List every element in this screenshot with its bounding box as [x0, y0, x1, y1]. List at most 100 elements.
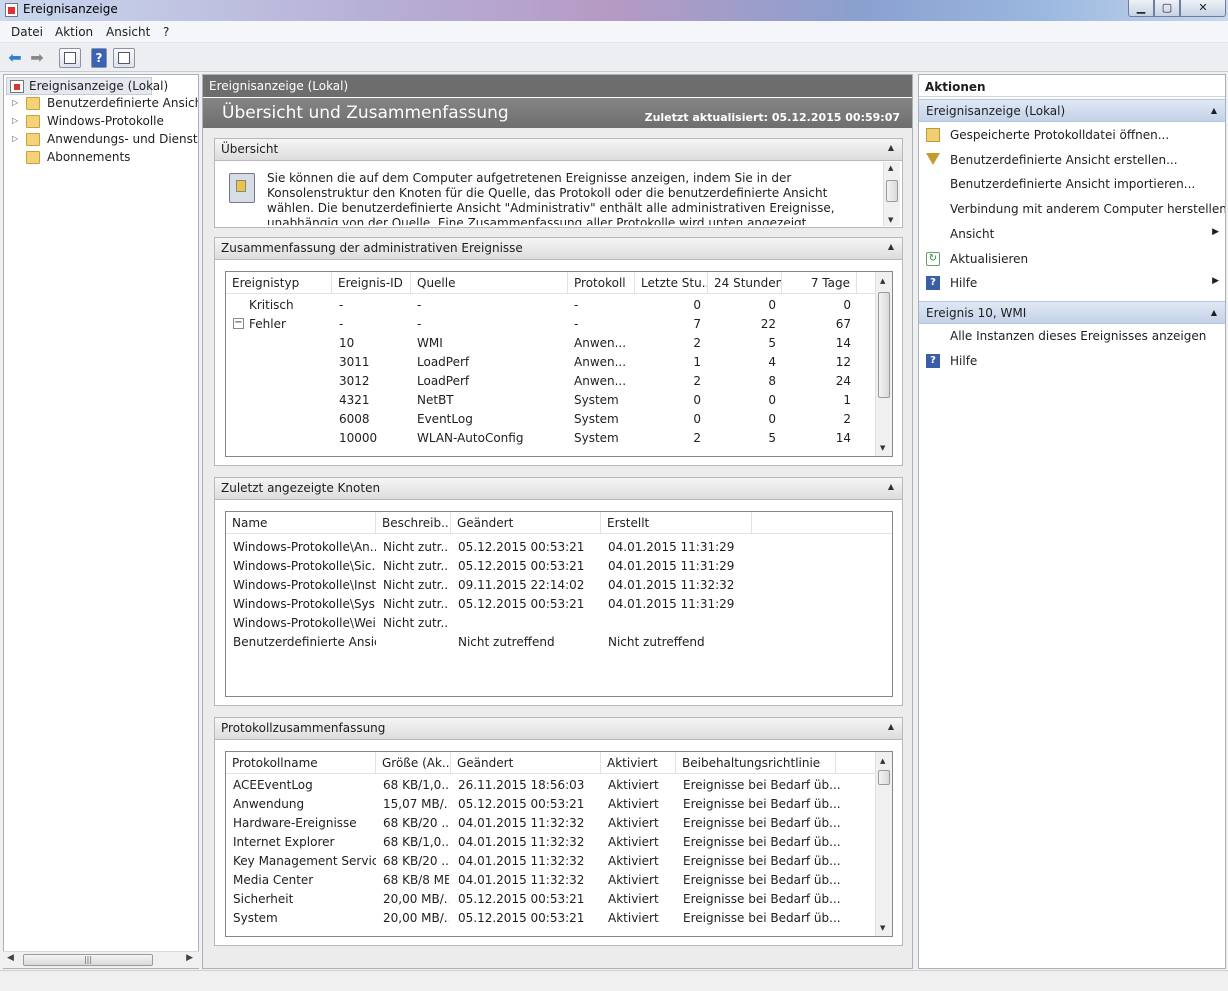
table-row[interactable]: Windows-Protokolle\Wei... Nicht zutr...	[226, 614, 892, 633]
table-row[interactable]: 4321 NetBT System 0 0 1	[226, 391, 892, 410]
column-header-changed[interactable]: Geändert	[451, 752, 601, 774]
action-ansicht[interactable]: Ansicht ▶	[919, 222, 1225, 246]
menu-datei[interactable]: Datei	[11, 25, 43, 39]
column-header-enabled[interactable]: Aktiviert	[601, 752, 676, 774]
table-row[interactable]: System 20,00 MB/... 05.12.2015 00:53:21 Akt…	[226, 909, 892, 928]
scroll-thumb[interactable]	[878, 292, 890, 398]
table-row[interactable]: Key Management Service 68 KB/20 ... 04.01.…	[226, 852, 892, 871]
table-row[interactable]: Windows-Protokolle\Sys... Nicht zutr... 05…	[226, 595, 892, 614]
close-button[interactable]: ✕	[1180, 0, 1226, 17]
maximize-button[interactable]: ▢	[1154, 0, 1180, 17]
scroll-up-icon[interactable]: ▲	[880, 277, 885, 285]
table-row[interactable]: 3011 LoadPerf Anwen... 1 4 12	[226, 353, 892, 372]
column-header-last-hour[interactable]: Letzte Stu...	[635, 272, 708, 294]
action-hilfe[interactable]: ? Hilfe	[919, 349, 1225, 373]
action-gespeicherte-protokolldatei-öffnen[interactable]: Gespeicherte Protokolldatei öffnen...	[919, 123, 1225, 147]
table-row[interactable]: − Fehler - - - 7 22 67	[226, 315, 892, 334]
table-row[interactable]: ACEEventLog 68 KB/1,0... 26.11.2015 18:56:…	[226, 776, 892, 795]
admin-summary-header[interactable]: Zusammenfassung der administrativen Erei…	[215, 238, 902, 260]
menu-ansicht[interactable]: Ansicht	[106, 25, 150, 39]
action-group-event-10-wmi[interactable]: Ereignis 10, WMI ▲	[919, 301, 1225, 324]
show-hide-action-pane-button[interactable]	[113, 48, 135, 68]
scroll-thumb[interactable]	[878, 770, 890, 785]
table-row[interactable]: Media Center 68 KB/8 MB 04.01.2015 11:32:3…	[226, 871, 892, 890]
table-row[interactable]: 6008 EventLog System 0 0 2	[226, 410, 892, 429]
action-verbindung-mit-anderem-computer-herstellen[interactable]: Verbindung mit anderem Computer herstell…	[919, 197, 1225, 221]
minimize-button[interactable]: ▁	[1128, 0, 1154, 17]
overview-scrollbar[interactable]: ▲ ▼	[883, 162, 900, 226]
table-row[interactable]: Windows-Protokolle\Inst... Nicht zutr... 0…	[226, 576, 892, 595]
table-row[interactable]: 10 WMI Anwen... 2 5 14	[226, 334, 892, 353]
log-summary-scrollbar[interactable]: ▲ ▼	[875, 752, 892, 936]
tree-item-windows-logs[interactable]: ▷ Windows-Protokolle	[4, 113, 198, 131]
table-row[interactable]: Sicherheit 20,00 MB/... 05.12.2015 00:53:2…	[226, 890, 892, 909]
scroll-down-icon[interactable]: ▼	[880, 444, 885, 452]
console-tree-icon	[64, 52, 76, 64]
collapse-toggle-icon[interactable]: −	[233, 318, 244, 329]
scroll-up-icon[interactable]: ▲	[880, 757, 885, 765]
log-summary-header[interactable]: Protokollzusammenfassung ▲	[215, 718, 902, 740]
column-header-log[interactable]: Protokoll	[568, 272, 635, 294]
expand-icon[interactable]: ▷	[12, 116, 18, 125]
overview-header[interactable]: Übersicht ▲	[215, 139, 902, 161]
section-title: Übersicht	[221, 142, 279, 156]
recent-nodes-header[interactable]: Zuletzt angezeigte Knoten ▲	[215, 478, 902, 500]
forward-arrow-icon[interactable]: ➡	[28, 48, 46, 68]
tree-horizontal-scrollbar[interactable]: ◀ ||| ▶	[3, 951, 199, 968]
scroll-thumb[interactable]	[886, 180, 898, 202]
column-header-name[interactable]: Name	[226, 512, 376, 534]
tree-item-subscriptions[interactable]: Abonnements	[4, 149, 198, 167]
table-row[interactable]: Hardware-Ereignisse 68 KB/20 ... 04.01.201…	[226, 814, 892, 833]
collapse-icon[interactable]: ▲	[888, 722, 894, 731]
column-header-7d[interactable]: 7 Tage	[782, 272, 857, 294]
table-row[interactable]: Benutzerdefinierte Ansic... Nicht zutreff…	[226, 633, 892, 652]
scroll-down-icon[interactable]: ▼	[888, 216, 893, 224]
action-group-event-viewer[interactable]: Ereignisanzeige (Lokal) ▲	[919, 99, 1225, 122]
table-row[interactable]: 3012 LoadPerf Anwen... 2 8 24	[226, 372, 892, 391]
table-row[interactable]: 10000 WLAN-AutoConfig System 2 5 14	[226, 429, 892, 448]
tree-item-root[interactable]: Ereignisanzeige (Lokal)	[6, 77, 168, 95]
summary-scrollbar[interactable]: ▲ ▼	[875, 272, 892, 456]
collapse-icon[interactable]: ▲	[1211, 308, 1217, 317]
scroll-right-icon[interactable]: ▶	[186, 953, 193, 963]
column-header-source[interactable]: Quelle	[411, 272, 568, 294]
menu-aktion[interactable]: Aktion	[55, 25, 93, 39]
menu-help[interactable]: ?	[163, 25, 169, 39]
column-header-empty[interactable]	[752, 512, 892, 534]
column-header-24h[interactable]: 24 Stunden	[708, 272, 782, 294]
expand-icon[interactable]: ▷	[12, 98, 18, 107]
column-header-description[interactable]: Beschreib...	[376, 512, 451, 534]
help-icon[interactable]: ?	[91, 48, 107, 68]
table-row[interactable]: Kritisch - - - 0 0 0	[226, 296, 892, 315]
scroll-down-icon[interactable]: ▼	[880, 924, 885, 932]
column-header-retention[interactable]: Beibehaltungsrichtlinie	[676, 752, 836, 774]
column-header-type[interactable]: Ereignistyp	[226, 272, 332, 294]
table-row[interactable]: Anwendung 15,07 MB/... 05.12.2015 00:53:21…	[226, 795, 892, 814]
tree-item-custom-views[interactable]: ▷ Benutzerdefinierte Ansichten	[4, 95, 198, 113]
action-hilfe[interactable]: ? Hilfe ▶	[919, 271, 1225, 295]
table-row[interactable]: Windows-Protokolle\Sic... Nicht zutr... 05…	[226, 557, 892, 576]
column-header-size[interactable]: Größe (Ak...	[376, 752, 451, 774]
collapse-icon[interactable]: ▲	[888, 242, 894, 251]
cell-24h: 0	[768, 412, 776, 426]
collapse-icon[interactable]: ▲	[1211, 106, 1217, 115]
column-header-changed[interactable]: Geändert	[451, 512, 601, 534]
collapse-icon[interactable]: ▲	[888, 482, 894, 491]
expand-icon[interactable]: ▷	[12, 134, 18, 143]
back-arrow-icon[interactable]: ⬅	[6, 48, 24, 68]
column-header-log-name[interactable]: Protokollname	[226, 752, 376, 774]
action-benutzerdefinierte-ansicht-importieren[interactable]: Benutzerdefinierte Ansicht importieren..…	[919, 172, 1225, 196]
column-header-id[interactable]: Ereignis-ID	[332, 272, 411, 294]
scroll-thumb[interactable]: |||	[23, 954, 153, 966]
scroll-left-icon[interactable]: ◀	[7, 953, 14, 963]
action-benutzerdefinierte-ansicht-erstellen[interactable]: Benutzerdefinierte Ansicht erstellen...	[919, 148, 1225, 172]
show-hide-tree-button[interactable]	[59, 48, 81, 68]
table-row[interactable]: Internet Explorer 68 KB/1,0... 04.01.2015 …	[226, 833, 892, 852]
action-alle-instanzen-dieses-ereignisses-anzeigen[interactable]: Alle Instanzen dieses Ereignisses anzeig…	[919, 324, 1225, 348]
tree-item-app-service-logs[interactable]: ▷ Anwendungs- und Dienstprotokolle	[4, 131, 198, 149]
column-header-created[interactable]: Erstellt	[601, 512, 752, 534]
scroll-up-icon[interactable]: ▲	[888, 164, 893, 172]
action-aktualisieren[interactable]: ↻ Aktualisieren	[919, 247, 1225, 271]
table-row[interactable]: Windows-Protokolle\An... Nicht zutr... 05.…	[226, 538, 892, 557]
collapse-icon[interactable]: ▲	[888, 143, 894, 152]
